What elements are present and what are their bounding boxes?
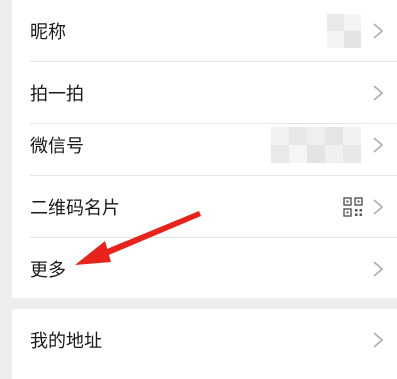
address-group: 我的地址	[12, 309, 397, 379]
chevron-right-icon	[373, 22, 384, 39]
qr-card-row[interactable]: 二维码名片	[12, 176, 397, 237]
wechat-id-label: 微信号	[30, 135, 84, 157]
profile-settings-page: 昵称 拍一拍 微信号 二维码名片 更多 我的地址	[0, 0, 397, 379]
chevron-right-icon	[373, 198, 384, 215]
wechat-id-value-blurred	[271, 126, 361, 163]
my-address-label: 我的地址	[30, 330, 102, 352]
my-address-row[interactable]: 我的地址	[12, 309, 397, 370]
nickname-row[interactable]: 昵称	[12, 0, 397, 61]
chevron-right-icon	[373, 136, 384, 153]
more-label: 更多	[30, 259, 66, 281]
qr-code-icon	[343, 196, 363, 217]
profile-settings-group: 昵称 拍一拍 微信号 二维码名片 更多	[12, 0, 397, 298]
wechat-id-row[interactable]: 微信号	[12, 114, 397, 175]
chevron-right-icon	[373, 84, 384, 101]
nickname-value-blurred	[327, 13, 361, 48]
qr-card-label: 二维码名片	[30, 197, 120, 219]
pat-label: 拍一拍	[30, 83, 84, 105]
chevron-right-icon	[373, 260, 384, 277]
nickname-label: 昵称	[30, 21, 66, 43]
chevron-right-icon	[373, 331, 384, 348]
more-row[interactable]: 更多	[12, 238, 397, 299]
